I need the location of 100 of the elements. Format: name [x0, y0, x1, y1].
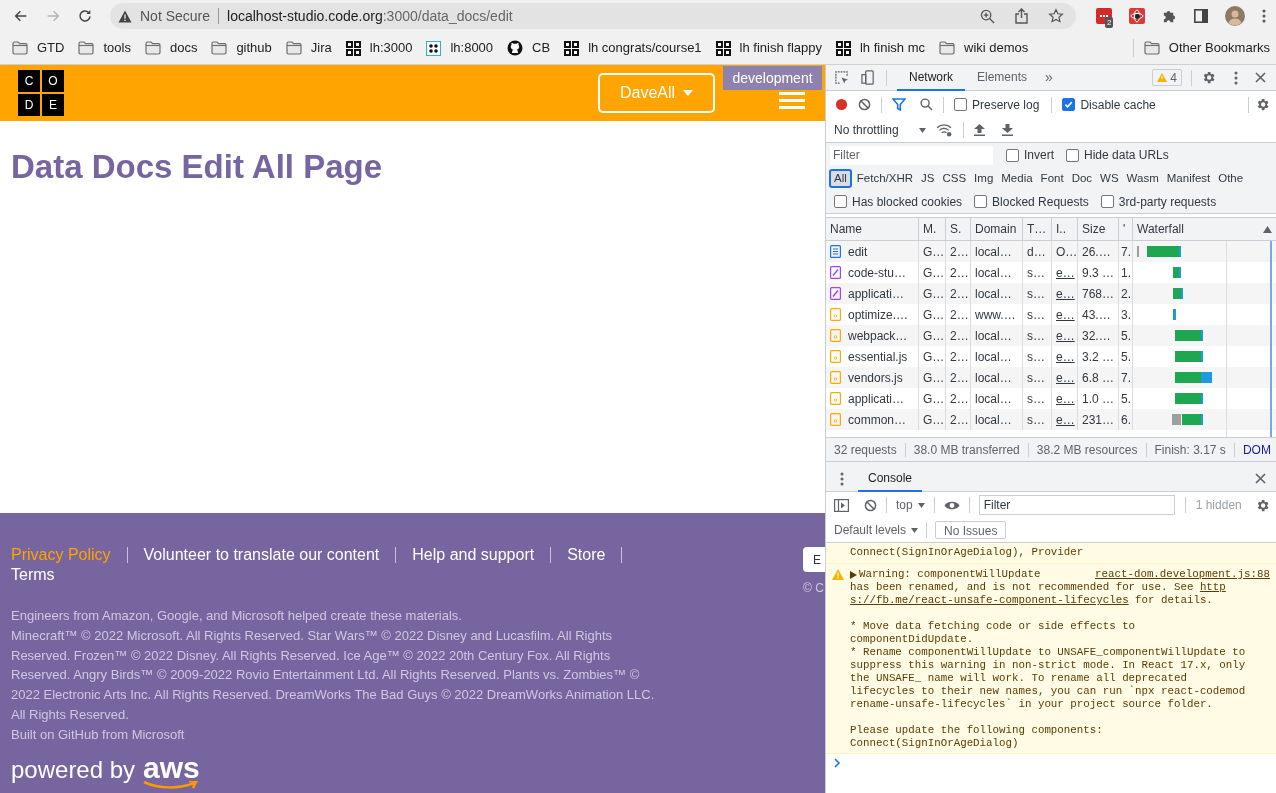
column-header[interactable]: T… [1023, 218, 1052, 240]
checkbox[interactable] [834, 195, 847, 208]
type-filter[interactable]: Manifest [1163, 169, 1214, 188]
column-header[interactable]: I.. [1052, 218, 1078, 240]
bookmark[interactable]: Other Bookmarks [1143, 38, 1270, 58]
more-icon[interactable] [1262, 9, 1266, 23]
type-filter[interactable]: Font [1037, 169, 1067, 188]
checkbox[interactable] [974, 195, 988, 208]
console-filter-field[interactable]: Filter [978, 495, 1175, 515]
filter-field[interactable]: Filter [830, 145, 993, 165]
device-icon[interactable] [861, 70, 876, 85]
prompt-icon[interactable] [834, 758, 841, 768]
initiator-link[interactable]: e… [1056, 263, 1075, 282]
footer-link[interactable]: Store [567, 545, 606, 565]
type-filter[interactable]: Wasm [1123, 169, 1162, 188]
checkbox[interactable] [1006, 148, 1019, 162]
puzzle-icon[interactable] [1162, 8, 1177, 24]
eye-icon[interactable] [943, 499, 960, 511]
bookmark[interactable]: github [211, 38, 272, 58]
type-filter[interactable]: Img [971, 169, 997, 188]
table-cell[interactable]: edit [848, 242, 868, 261]
column-header[interactable]: Domain [971, 218, 1023, 240]
bookmark[interactable]: lh:3000 [345, 38, 413, 58]
checkbox-label[interactable]: Hide data URLs [1084, 146, 1169, 164]
bookmark[interactable]: lh:8000 [426, 38, 494, 58]
filter-icon[interactable] [892, 98, 906, 111]
bookmark[interactable]: Jira [285, 38, 332, 58]
zoom-icon[interactable] [980, 8, 995, 24]
sidebar-icon[interactable] [1194, 9, 1208, 23]
type-filter[interactable]: Doc [1068, 169, 1096, 188]
clear-icon[interactable] [858, 98, 871, 111]
more-tabs-button[interactable]: » [1045, 67, 1053, 88]
bug-extension-icon[interactable] [1129, 8, 1145, 24]
bookmark[interactable]: tools [78, 38, 131, 58]
context-select[interactable]: top [896, 496, 925, 514]
table-cell[interactable]: vendors.js [848, 368, 903, 387]
table-cell[interactable]: webpack… [848, 326, 908, 345]
initiator-link[interactable]: e… [1056, 284, 1075, 303]
url-link[interactable]: s://fb.me/react-unsafe-component-lifecycles [850, 594, 1129, 606]
levels-select[interactable]: Default levels [834, 521, 919, 539]
bookmark[interactable]: lh congrats/course1 [564, 38, 702, 58]
language-select[interactable]: E [803, 547, 825, 572]
initiator-link[interactable]: e… [1056, 410, 1075, 429]
source-link[interactable]: react-dom.development.js:88 [1095, 568, 1270, 581]
type-filter[interactable]: All [829, 169, 852, 188]
devtools-tab[interactable]: Elements [965, 65, 1040, 91]
bookmark[interactable]: wiki demos [939, 38, 1029, 58]
settings-icon[interactable] [1255, 97, 1270, 112]
checkbox[interactable] [1066, 148, 1079, 162]
initiator-link[interactable]: e… [1056, 326, 1075, 345]
initiator-link[interactable]: e… [1056, 368, 1075, 387]
network-conditions-icon[interactable] [935, 123, 953, 137]
address-bar[interactable]: Not Secure localhost-studio.code.org:3000/data_docs/edit [110, 3, 1076, 29]
checkbox-label[interactable]: Disable cache [1080, 95, 1156, 114]
drawer-tab[interactable]: Console [858, 465, 923, 492]
share-icon[interactable] [1015, 8, 1028, 24]
column-header[interactable]: Waterfall [1133, 218, 1276, 240]
close-icon[interactable] [1255, 473, 1266, 484]
checkbox[interactable] [1100, 195, 1114, 208]
close-icon[interactable] [1255, 72, 1266, 83]
checkbox-label[interactable]: Has blocked cookies [852, 192, 963, 211]
search-icon[interactable] [920, 98, 933, 111]
type-filter[interactable]: Fetch/XHR [853, 169, 917, 188]
expand-icon[interactable] [850, 570, 857, 579]
type-filter[interactable]: CSS [939, 169, 970, 188]
column-header[interactable]: S. [946, 218, 971, 240]
bookmark[interactable]: lh finish mc [836, 38, 925, 58]
warnings-badge[interactable]: 4 [1152, 69, 1182, 86]
url-link[interactable]: http [1199, 581, 1226, 593]
bookmark[interactable]: CB [507, 38, 551, 58]
download-icon[interactable] [1001, 124, 1013, 136]
bookmark[interactable]: docs [144, 38, 198, 58]
star-icon[interactable] [1048, 8, 1064, 24]
column-header[interactable]: ' [1119, 218, 1133, 240]
column-header[interactable]: Name [826, 218, 919, 240]
sidebar-toggle-icon[interactable] [834, 498, 849, 512]
settings-icon[interactable] [1201, 70, 1216, 85]
table-cell[interactable]: optimize.… [848, 305, 909, 324]
upload-icon[interactable] [973, 124, 985, 136]
more-icon[interactable] [1234, 70, 1238, 85]
footer-link[interactable]: Volunteer to translate our content [143, 545, 380, 565]
checkbox[interactable] [954, 98, 967, 111]
settings-icon[interactable] [1255, 497, 1270, 513]
devtools-tab[interactable]: Network [897, 65, 965, 91]
checkbox-label[interactable]: Preserve log [972, 95, 1040, 114]
more-icon[interactable] [840, 471, 844, 486]
table-cell[interactable]: code-stu… [848, 263, 907, 282]
footer-link[interactable]: Help and support [412, 545, 535, 565]
type-filter[interactable]: WS [1097, 169, 1122, 188]
checkbox-label[interactable]: Invert [1024, 146, 1054, 164]
security-label[interactable]: Not Secure [140, 5, 211, 27]
column-header[interactable]: Size [1078, 218, 1119, 240]
issues-button[interactable]: No Issues [935, 521, 1007, 539]
avatar-icon[interactable] [1225, 6, 1245, 26]
type-filter[interactable]: Othe [1215, 169, 1247, 188]
footer-link[interactable]: Terms [11, 565, 55, 585]
bookmark[interactable]: lh finish flappy [715, 38, 822, 58]
initiator-link[interactable]: e… [1056, 347, 1075, 366]
record-icon[interactable] [835, 98, 848, 111]
initiator-link[interactable]: e… [1056, 305, 1075, 324]
